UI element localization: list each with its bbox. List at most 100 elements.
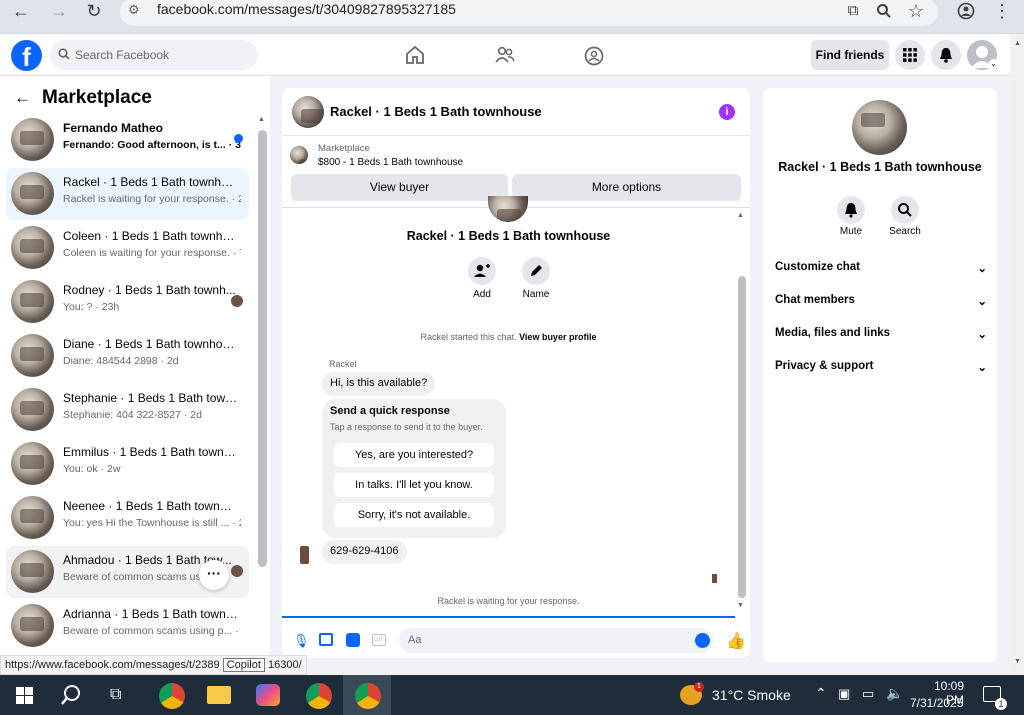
search-icon[interactable] xyxy=(891,196,919,224)
scroll-up-arrow[interactable]: ▲ xyxy=(737,212,744,219)
forward-icon[interactable]: → xyxy=(44,0,74,22)
page-scrollbar[interactable]: ▲ ▼ xyxy=(1011,36,1024,672)
thumbs-up-icon[interactable]: 👍 xyxy=(726,631,746,651)
chevron-up-icon[interactable]: ⌃ xyxy=(815,685,827,702)
conversation-name: Adrianna · 1 Beds 1 Bath townh... xyxy=(63,607,238,621)
bookmark-star-icon[interactable]: ☆ xyxy=(901,0,931,22)
conversation-item[interactable]: Coleen · 1 Beds 1 Bath townhouse Coleen i… xyxy=(6,222,249,274)
chat-avatar[interactable] xyxy=(292,96,324,128)
info-icon[interactable]: i xyxy=(719,104,735,120)
preview-text: Beware of common scams using p... · 3w xyxy=(63,625,241,637)
message-bubble[interactable]: Hi, is this available? xyxy=(322,372,436,396)
search-placeholder: Search Facebook xyxy=(75,48,170,62)
view-buyer-profile-link[interactable]: View buyer profile xyxy=(519,332,596,342)
search-label: Search xyxy=(889,226,921,237)
browser-menu-icon[interactable]: ⋮ xyxy=(987,0,1017,22)
home-icon[interactable] xyxy=(405,45,425,69)
message-bubble[interactable]: 629-629-4106 xyxy=(322,540,407,564)
add-person-icon[interactable] xyxy=(468,257,496,285)
preview-text: You: ok · 2w xyxy=(63,463,121,475)
facebook-header: f Search Facebook Find friends ⌄ xyxy=(0,34,1010,76)
conversation-item[interactable]: Fernando Matheo Fernando: Good afternoon,… xyxy=(6,114,249,166)
listing-title[interactable]: $800 - 1 Beds 1 Bath townhouse xyxy=(318,157,463,168)
conversation-item[interactable]: Diane · 1 Beds 1 Bath townhouse Diane: 48… xyxy=(6,330,249,382)
copilot-icon[interactable] xyxy=(256,684,280,706)
listing-thumbnail[interactable] xyxy=(290,146,308,164)
windows-start-icon[interactable] xyxy=(16,687,33,709)
profile-icon[interactable] xyxy=(951,0,981,22)
friends-icon[interactable] xyxy=(495,46,515,69)
gif-icon[interactable]: GIF xyxy=(372,634,386,646)
chrome-active-icon[interactable] xyxy=(355,683,381,709)
status-url-end: 16300/ xyxy=(267,659,302,671)
avatar xyxy=(11,442,54,485)
volume-icon[interactable]: 🔈 xyxy=(886,685,903,702)
photo-icon[interactable] xyxy=(319,633,333,646)
chrome-profile-icon[interactable] xyxy=(306,683,332,709)
view-buyer-button[interactable]: View buyer xyxy=(291,174,508,201)
quick-reply-button[interactable]: Sorry, it's not available. xyxy=(334,503,494,527)
conversation-list-panel: ← Marketplace Fernando Matheo Fernando: G… xyxy=(0,76,270,656)
sticker-icon[interactable] xyxy=(346,633,360,647)
scroll-up-arrow[interactable]: ▲ xyxy=(258,116,265,123)
status-url: https://www.facebook.com/messages/t/2389 xyxy=(5,659,220,671)
edit-name-icon[interactable] xyxy=(522,257,550,285)
scroll-down-arrow[interactable]: ▼ xyxy=(1014,658,1021,665)
quick-reply-button[interactable]: In talks. I'll let you know. xyxy=(334,473,494,497)
preview-time: · 2w xyxy=(232,517,241,529)
network-icon[interactable]: ▭ xyxy=(862,686,874,702)
more-options-button[interactable]: More options xyxy=(512,174,741,201)
clock-date[interactable]: 7/31/2025 xyxy=(910,696,963,710)
menu-grid-icon[interactable] xyxy=(895,40,925,70)
details-avatar[interactable] xyxy=(852,100,907,155)
notifications-bell-icon[interactable] xyxy=(931,40,961,70)
section-label: Media, files and links xyxy=(775,327,891,339)
back-icon[interactable]: ← xyxy=(6,0,36,22)
file-explorer-icon[interactable] xyxy=(207,686,231,704)
browser-toolbar: ← → ↻ ⚙ facebook.com/messages/t/30409827… xyxy=(0,0,1024,34)
task-view-icon[interactable]: ⧉ xyxy=(110,686,121,704)
address-bar[interactable]: ⚙ facebook.com/messages/t/30409827895327… xyxy=(120,0,938,26)
seen-avatar xyxy=(231,295,243,307)
conversation-item[interactable]: Emmilus · 1 Beds 1 Bath townho... You: ok… xyxy=(6,438,249,490)
media-files-section[interactable]: Media, files and links ⌄ xyxy=(775,327,987,341)
quick-reply-button[interactable]: Yes, are you interested? xyxy=(334,443,494,467)
privacy-support-section[interactable]: Privacy & support ⌄ xyxy=(775,360,987,374)
search-input[interactable]: Search Facebook xyxy=(50,40,258,70)
conversation-item[interactable]: Adrianna · 1 Beds 1 Bath townh... Beware … xyxy=(6,600,249,652)
find-friends-button[interactable]: Find friends xyxy=(811,40,889,70)
zoom-icon[interactable] xyxy=(869,0,899,22)
mute-bell-icon[interactable] xyxy=(837,196,865,224)
chat-title[interactable]: Rackel · 1 Beds 1 Bath townhouse xyxy=(330,104,542,119)
chat-start-note: Rackel started this chat. View buyer pro… xyxy=(282,332,735,342)
scroll-down-arrow[interactable]: ▼ xyxy=(737,602,744,609)
conversation-item[interactable]: Rackel · 1 Beds 1 Bath townhouse Rackel i… xyxy=(6,168,249,220)
chrome-icon[interactable] xyxy=(159,683,185,709)
emoji-icon[interactable] xyxy=(695,633,710,648)
groups-icon[interactable] xyxy=(584,46,604,71)
chat-members-section[interactable]: Chat members ⌄ xyxy=(775,294,987,308)
install-app-icon[interactable]: ⧉ xyxy=(838,0,868,22)
conversation-item[interactable]: Rodney · 1 Beds 1 Bath townh... You: ? · … xyxy=(6,276,249,328)
customize-chat-section[interactable]: Customize chat ⌄ xyxy=(775,261,987,275)
scrollbar-thumb[interactable] xyxy=(258,130,267,567)
microphone-icon[interactable]: 🎙 xyxy=(293,633,310,649)
scroll-up-arrow[interactable]: ▲ xyxy=(1014,40,1021,47)
conversation-item[interactable]: Stephanie · 1 Beds 1 Bath townh... Stepha… xyxy=(6,384,249,436)
account-chevron-icon[interactable]: ⌄ xyxy=(989,59,998,68)
conversation-preview: Diane: 484544 2898 · 2d xyxy=(63,355,241,367)
add-label: Add xyxy=(473,289,491,300)
facebook-logo[interactable]: f xyxy=(11,40,42,72)
conversation-item[interactable]: Neenee · 1 Beds 1 Bath townho... You: yes… xyxy=(6,492,249,544)
reload-icon[interactable]: ↻ xyxy=(79,0,109,22)
back-arrow-icon[interactable]: ← xyxy=(14,88,31,108)
sender-avatar xyxy=(300,546,309,564)
search-icon[interactable] xyxy=(60,684,82,711)
weather-text[interactable]: 31°C Smoke xyxy=(712,687,791,703)
preview-text: Fernando: Good afternoon, is t... xyxy=(63,139,226,151)
more-options-icon[interactable]: ··· xyxy=(199,560,229,590)
device-icon[interactable]: ▣ xyxy=(838,686,850,702)
chat-scrollbar-thumb[interactable] xyxy=(738,276,746,598)
site-settings-icon[interactable]: ⚙ xyxy=(128,2,140,18)
message-composer-input[interactable]: Aa xyxy=(399,628,713,653)
